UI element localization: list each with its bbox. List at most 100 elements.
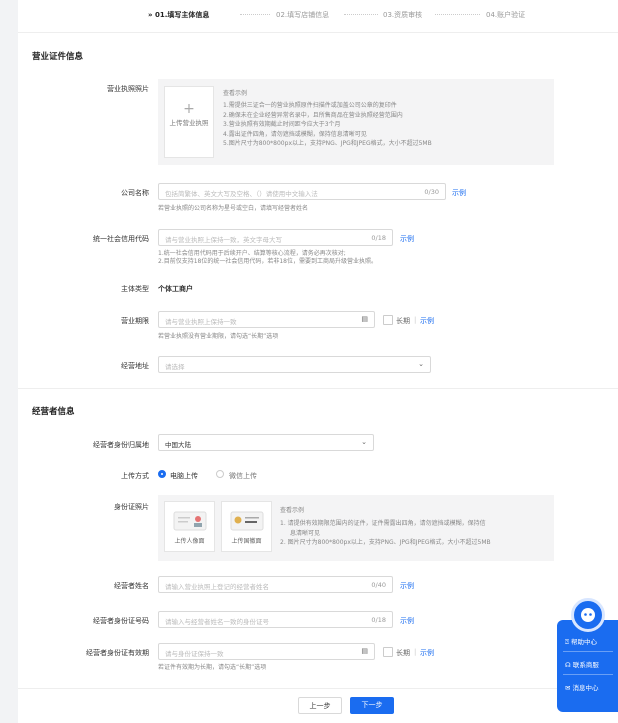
upload-wechat-radio[interactable] — [216, 470, 224, 478]
contact-service-item[interactable]: ☊ 联系商服 — [565, 659, 599, 669]
id-note: 2. 图片尺寸为800*800px以上，支持PNG、JPG和JPEG格式，大小不… — [280, 539, 491, 546]
id-number-example-link[interactable]: 示例 — [400, 616, 414, 626]
id-note: 息清晰可见 — [290, 529, 321, 537]
upload-wechat-label[interactable]: 微信上传 — [229, 471, 257, 481]
credit-code-hint-1: 1.统一社会信用代码用于后续开户、结算等核心流程，请务必再次核对; — [158, 250, 346, 257]
id-validity-long-checkbox[interactable] — [383, 647, 393, 657]
calendar-icon[interactable]: ▤ — [361, 315, 368, 323]
business-term-long-label: 长期 — [396, 317, 410, 325]
step-indicator: » 01.填写主体信息 02.填写店铺信息 03.资质审核 04.账户验证 — [18, 0, 618, 32]
id-card-portrait-icon — [173, 511, 206, 531]
business-term-label: 营业期限 — [121, 317, 149, 325]
credit-code-example-link[interactable]: 示例 — [400, 234, 414, 244]
message-icon: ✉ — [565, 684, 571, 692]
id-example-link[interactable]: 查看示例 — [280, 507, 304, 515]
business-term-long-checkbox[interactable] — [383, 315, 393, 325]
id-validity-example-link[interactable]: 示例 — [420, 648, 434, 658]
help-icon: ⍰ — [565, 638, 569, 646]
license-note: 3.营业执照有效期截止时间距今应大于3个月 — [223, 121, 341, 128]
id-validity-hint: 若证件有效期为长期，请勾选“长期”选项 — [158, 664, 267, 671]
id-validity-date-input[interactable]: 请与身份证保持一致 ▤ — [158, 643, 375, 660]
id-number-count: 0/18 — [371, 616, 386, 624]
company-name-input[interactable]: 包括简繁体、英文大写及空格、（）请使用中文输入法 0/30 — [158, 183, 446, 200]
license-note: 2.确保未在企业经营异常名录中，且所售商品在营业执照经营范围内 — [223, 111, 403, 119]
id-validity-placeholder: 请与身份证保持一致 — [165, 650, 224, 658]
message-center-item[interactable]: ✉ 消息中心 — [565, 682, 599, 692]
id-note: 1. 请提供有效期限范围内的证件，证件需露出四角，请勿遮挡或模糊，保持信 — [280, 520, 486, 527]
license-note: 4.露出证件四角，请勿遮挡或模糊，保持信息清晰可见 — [223, 130, 367, 138]
id-emblem-caption: 上传国徽面 — [231, 538, 262, 545]
upload-method-label: 上传方式 — [121, 472, 149, 480]
address-placeholder: 请选择 — [165, 363, 185, 371]
assistant-avatar-icon[interactable] — [571, 598, 605, 632]
operator-name-example-link[interactable]: 示例 — [400, 581, 414, 591]
headset-icon: ☊ — [565, 661, 571, 669]
license-note: 1.需提供三证合一的营业执照原件扫描件或加盖公司公章的复印件 — [223, 102, 397, 109]
id-portrait-caption: 上传人像面 — [174, 538, 205, 545]
business-term-hint: 若营业执照没有营业期限，请勾选“长期”选项 — [158, 333, 279, 340]
form-card: » 01.填写主体信息 02.填写店铺信息 03.资质审核 04.账户验证 营业… — [18, 0, 618, 723]
company-name-count: 0/30 — [424, 188, 439, 196]
operator-name-count: 0/40 — [371, 581, 386, 589]
help-center-item[interactable]: ⍰ 帮助中心 — [565, 636, 597, 647]
robot-icon — [581, 608, 595, 622]
section-title-operator: 经营者信息 — [32, 407, 75, 417]
id-number-input[interactable]: 请输入与经营者姓名一致的身份证号 0/18 — [158, 611, 393, 628]
company-name-hint: 若营业执照的公司名称为星号或空白，请填写经营者姓名 — [158, 205, 309, 212]
company-name-label: 公司名称 — [121, 189, 149, 197]
id-validity-long-label: 长期 — [396, 649, 410, 657]
section-title-business: 营业证件信息 — [32, 52, 84, 62]
step-3: 03.资质审核 — [383, 11, 423, 19]
divider: | — [414, 648, 417, 656]
message-center-label: 消息中心 — [572, 684, 599, 692]
upload-pc-radio[interactable] — [158, 470, 166, 478]
id-number-label: 经营者身份证号码 — [93, 617, 149, 625]
business-term-example-link[interactable]: 示例 — [420, 316, 434, 326]
floating-service-menu: ⍰ 帮助中心 ☊ 联系商服 ✉ 消息中心 — [557, 598, 618, 712]
credit-code-input[interactable]: 请与营业执照上保持一致，英文字母大写 0/18 — [158, 229, 393, 246]
entity-type-label: 主体类型 — [121, 285, 149, 293]
credit-code-label: 统一社会信用代码 — [93, 235, 149, 243]
credit-code-count: 0/18 — [371, 234, 386, 242]
divider: | — [414, 316, 417, 324]
service-panel: ⍰ 帮助中心 ☊ 联系商服 ✉ 消息中心 — [557, 620, 618, 712]
id-region-select[interactable]: 中国大陆 ⌄ — [158, 434, 374, 451]
business-term-date-input[interactable]: 请与营业执照上保持一致 ▤ — [158, 311, 375, 328]
contact-service-label: 联系商服 — [572, 661, 599, 669]
id-emblem-upload[interactable]: 上传国徽面 — [221, 501, 272, 552]
id-card-emblem-icon — [230, 511, 263, 531]
company-name-example-link[interactable]: 示例 — [452, 188, 466, 198]
address-label: 经营地址 — [121, 362, 149, 370]
id-portrait-upload[interactable]: 上传人像面 — [164, 501, 215, 552]
upload-pc-label[interactable]: 电脑上传 — [170, 471, 198, 481]
license-photo-label: 营业执照照片 — [107, 85, 149, 93]
license-upload-button[interactable]: + 上传营业执照 — [164, 86, 214, 158]
help-center-label: 帮助中心 — [570, 638, 597, 646]
calendar-icon[interactable]: ▤ — [361, 647, 368, 655]
plus-icon: + — [183, 101, 195, 117]
address-select[interactable]: 请选择 ⌄ — [158, 356, 431, 373]
credit-code-placeholder: 请与营业执照上保持一致，英文字母大写 — [165, 236, 282, 244]
id-region-label: 经营者身份归属地 — [93, 441, 149, 449]
license-upload-label: 上传营业执照 — [169, 119, 209, 127]
operator-name-label: 经营者姓名 — [114, 582, 149, 590]
company-name-placeholder: 包括简繁体、英文大写及空格、（）请使用中文输入法 — [165, 190, 318, 198]
credit-code-hint-2: 2.目前仅支持18位的统一社会信用代码，若非18位，需要到工商局升级营业执照。 — [158, 258, 377, 265]
id-number-placeholder: 请输入与经营者姓名一致的身份证号 — [165, 618, 269, 626]
id-region-value: 中国大陆 — [165, 441, 191, 449]
step-4: 04.账户验证 — [486, 11, 526, 19]
operator-name-input[interactable]: 请输入营业执照上登记的经营者姓名 0/40 — [158, 576, 393, 593]
step-1: » 01.填写主体信息 — [148, 11, 210, 19]
license-notes: 1.需提供三证合一的营业执照原件扫描件或加盖公司公章的复印件 2.确保未在企业经… — [223, 101, 432, 149]
license-note: 5.图片尺寸为800*800px以上，支持PNG、JPG和JPEG格式，大小不超… — [223, 140, 432, 147]
entity-type-value: 个体工商户 — [158, 285, 193, 293]
chevron-down-icon: ⌄ — [418, 360, 424, 368]
operator-name-placeholder: 请输入营业执照上登记的经营者姓名 — [165, 583, 269, 591]
id-validity-label: 经营者身份证有效期 — [86, 649, 149, 657]
id-photo-label: 身份证照片 — [114, 503, 149, 511]
license-example-link[interactable]: 查看示例 — [223, 90, 247, 98]
business-term-placeholder: 请与营业执照上保持一致 — [165, 318, 237, 326]
prev-step-button[interactable]: 上一步 — [298, 697, 342, 714]
step-2: 02.填写店铺信息 — [276, 11, 330, 19]
next-step-button[interactable]: 下一步 — [350, 697, 394, 714]
